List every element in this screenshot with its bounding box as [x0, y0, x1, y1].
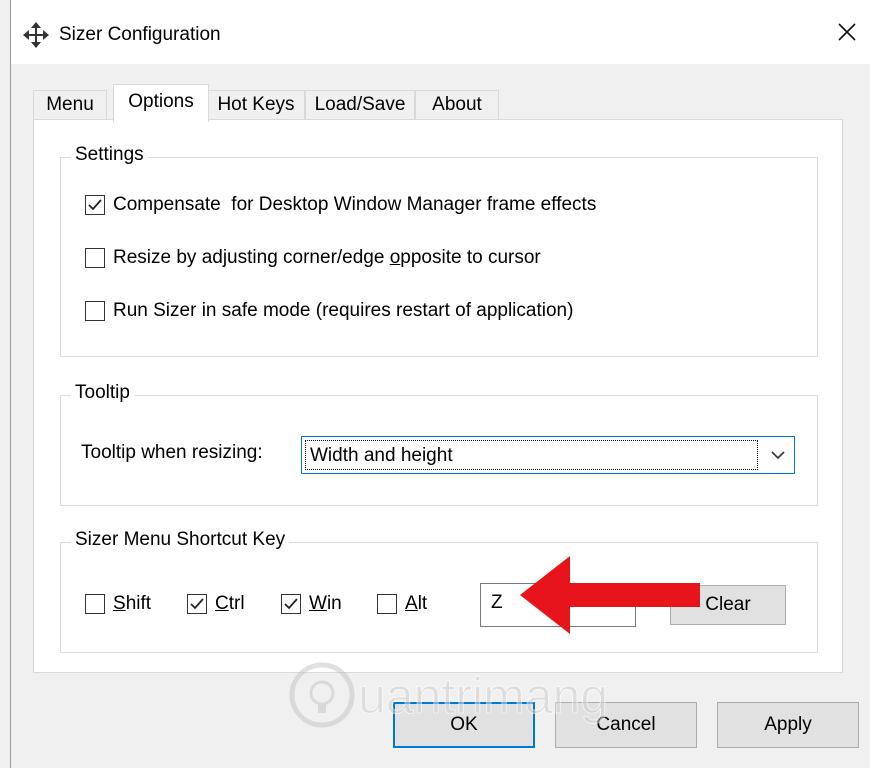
- resize-opposite-checkbox[interactable]: Resize by adjusting corner/edge opposite…: [85, 247, 541, 269]
- tab-label: About: [432, 94, 482, 115]
- label-mnemonic: S: [113, 593, 126, 614]
- shortcut-group-title: Sizer Menu Shortcut Key: [71, 529, 290, 551]
- move-arrows-icon: [23, 22, 49, 48]
- label-mnemonic: o: [389, 247, 401, 268]
- checkbox-box: [187, 594, 207, 614]
- tooltip-resizing-label: Tooltip when resizing:: [81, 442, 263, 463]
- checkbox-label: Ctrl: [215, 593, 245, 615]
- label-text: Resize by adjusting corner/edge: [113, 247, 390, 268]
- tab-menu[interactable]: Menu: [33, 90, 107, 122]
- checkbox-box: [281, 594, 301, 614]
- checkbox-box: [85, 594, 105, 614]
- window-title: Sizer Configuration: [59, 24, 221, 45]
- tooltip-group-title: Tooltip: [71, 382, 134, 404]
- checkbox-box: [85, 301, 105, 321]
- checkbox-label: Compensate for Desktop Window Manager fr…: [113, 194, 597, 215]
- tooltip-group: Tooltip Tooltip when resizing: Width and…: [60, 382, 818, 506]
- tooltip-resizing-select[interactable]: Width and height: [301, 436, 795, 474]
- checkbox-box: [377, 594, 397, 614]
- apply-button[interactable]: Apply: [717, 702, 859, 748]
- label-mnemonic: W: [309, 593, 327, 614]
- checkmark-icon: [284, 598, 298, 610]
- checkmark-icon: [190, 598, 204, 610]
- title-bar[interactable]: Sizer Configuration: [11, 0, 870, 64]
- button-label: Clear: [705, 594, 751, 615]
- tab-load-save[interactable]: Load/Save: [305, 90, 415, 122]
- arrow-shape: [520, 556, 700, 634]
- tab-options[interactable]: Options: [113, 84, 209, 122]
- close-button[interactable]: [824, 14, 870, 54]
- sizer-configuration-dialog: Sizer Configuration Menu Options Hot Key…: [10, 0, 870, 768]
- tab-label: Hot Keys: [217, 94, 295, 115]
- options-tab-panel: Settings Compensate for Desktop Window M…: [33, 119, 843, 673]
- tab-label: Load/Save: [314, 94, 406, 115]
- checkbox-label: Run Sizer in safe mode (requires restart…: [113, 300, 574, 321]
- label-text: trl: [228, 593, 245, 614]
- checkbox-label: Shift: [113, 593, 151, 615]
- label-mnemonic: C: [215, 593, 229, 614]
- settings-group: Settings Compensate for Desktop Window M…: [60, 144, 818, 357]
- label-text: pposite to cursor: [400, 247, 541, 268]
- ctrl-checkbox[interactable]: Ctrl: [187, 593, 245, 615]
- shift-checkbox[interactable]: Shift: [85, 593, 151, 615]
- checkbox-label: Resize by adjusting corner/edge opposite…: [113, 247, 541, 269]
- win-checkbox[interactable]: Win: [281, 593, 342, 615]
- tab-label: Menu: [46, 94, 94, 115]
- label-text: hift: [125, 593, 152, 614]
- checkbox-label: Alt: [405, 593, 427, 615]
- compensate-dwm-checkbox[interactable]: Compensate for Desktop Window Manager fr…: [85, 194, 596, 216]
- chevron-down-icon: [768, 447, 788, 463]
- label-text: lt: [417, 593, 428, 614]
- label-text: in: [326, 593, 342, 614]
- checkbox-box: [85, 195, 105, 215]
- tab-about[interactable]: About: [415, 90, 499, 122]
- checkbox-box: [85, 248, 105, 268]
- checkmark-icon: [88, 199, 102, 211]
- checkbox-label: Win: [309, 593, 342, 615]
- alt-checkbox[interactable]: Alt: [377, 593, 427, 615]
- tab-label: Options: [128, 91, 194, 112]
- safe-mode-checkbox[interactable]: Run Sizer in safe mode (requires restart…: [85, 300, 573, 322]
- red-arrow-annotation: [520, 556, 700, 634]
- watermark-logo: uantrimang: [289, 662, 609, 728]
- button-label: Apply: [764, 714, 812, 735]
- settings-group-title: Settings: [71, 144, 148, 166]
- watermark-text: uantrimang: [358, 668, 608, 724]
- select-value: Width and height: [305, 440, 758, 470]
- tab-hot-keys[interactable]: Hot Keys: [207, 90, 305, 122]
- close-icon: [838, 22, 856, 46]
- label-mnemonic: A: [405, 593, 418, 614]
